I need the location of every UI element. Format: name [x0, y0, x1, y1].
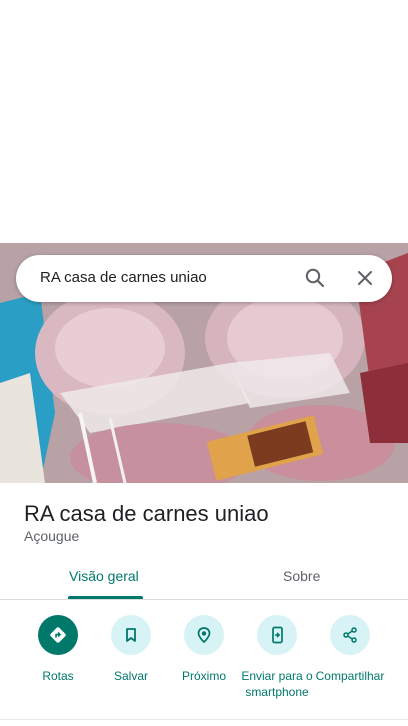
search-icon[interactable] [304, 267, 326, 289]
nearby-button[interactable]: Próximo [164, 615, 244, 684]
share-button[interactable]: Compartilhar [310, 615, 390, 684]
tab-indicator [68, 596, 143, 599]
directions-icon [38, 615, 78, 655]
send-to-phone-button[interactable]: Enviar para o smartphone [237, 615, 317, 700]
nearby-icon [184, 615, 224, 655]
send-to-phone-label: Enviar para o smartphone [241, 669, 313, 699]
tab-about[interactable]: Sobre [283, 568, 320, 584]
directions-button[interactable]: Rotas [18, 615, 98, 684]
place-title: RA casa de carnes uniao [24, 501, 269, 526]
nearby-label: Próximo [181, 669, 226, 683]
place-page: RA casa de carnes uniao RA casa de carne… [0, 0, 408, 726]
tab-overview[interactable]: Visão geral [69, 568, 139, 584]
close-icon[interactable] [354, 267, 376, 289]
search-bar[interactable]: RA casa de carnes uniao [16, 255, 392, 302]
save-button[interactable]: Salvar [91, 615, 171, 684]
share-icon [330, 615, 370, 655]
place-category[interactable]: Açougue [24, 528, 79, 544]
bookmark-icon [111, 615, 151, 655]
send-to-phone-icon [257, 615, 297, 655]
share-label: Compartilhar [315, 669, 385, 683]
search-input[interactable]: RA casa de carnes uniao [40, 269, 207, 286]
tab-bar: Visão geral Sobre [0, 556, 408, 600]
action-row: Rotas Salvar Próximo Enviar para o smart… [0, 601, 408, 721]
map-blank-area [0, 0, 408, 243]
save-label: Salvar [113, 669, 148, 683]
directions-label: Rotas [42, 669, 74, 683]
divider [0, 719, 408, 720]
